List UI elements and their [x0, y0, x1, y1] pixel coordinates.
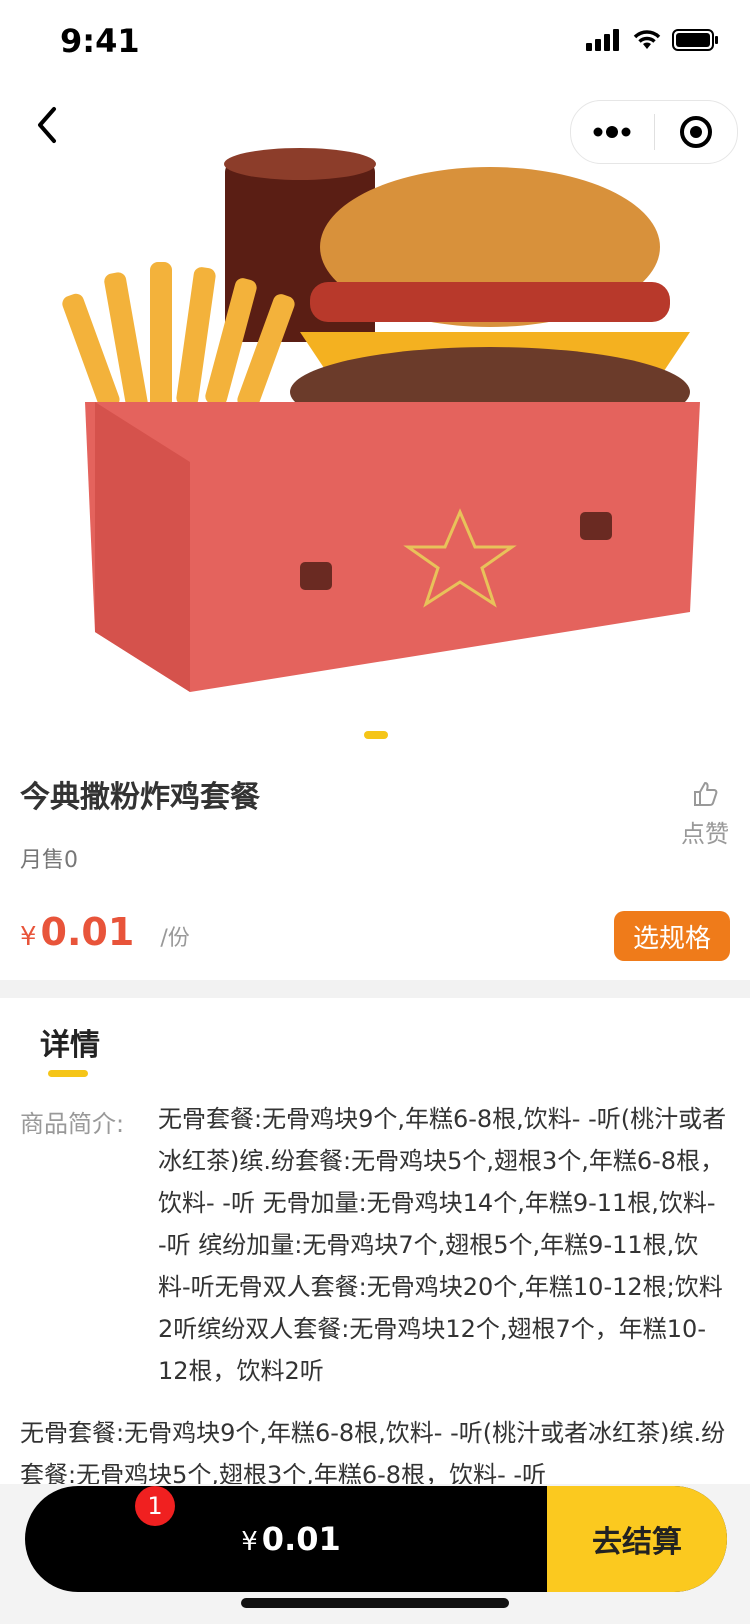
- product-image: [0, 92, 750, 752]
- tab-active-indicator: [48, 1070, 88, 1077]
- like-label: 点赞: [681, 820, 729, 848]
- cart-currency-symbol: ¥: [241, 1527, 258, 1557]
- price-currency-symbol: ¥: [20, 922, 37, 952]
- tab-details[interactable]: 详情: [40, 1020, 100, 1064]
- cart-total: ¥0.01: [241, 1520, 341, 1558]
- signal-icon: [586, 29, 619, 51]
- intro-label: 商品简介:: [20, 1110, 125, 1138]
- miniprogram-capsule: [570, 100, 738, 164]
- target-icon: [679, 116, 712, 148]
- status-time: 9:41: [60, 22, 140, 60]
- close-miniprogram-button[interactable]: [655, 101, 738, 163]
- monthly-sales: 月售0: [20, 848, 78, 873]
- back-button[interactable]: [22, 100, 72, 150]
- price-unit: /份: [160, 926, 190, 951]
- cart-total-value: 0.01: [261, 1520, 341, 1558]
- wifi-icon: [633, 30, 661, 49]
- cart-summary[interactable]: 1 ¥0.01: [25, 1486, 547, 1592]
- intro-text: 无骨套餐:无骨鸡块9个,年糕6-8根,饮料- -听(桃汁或者冰红茶)缤.纷套餐:…: [158, 1105, 727, 1385]
- cart-count-badge: 1: [135, 1486, 175, 1526]
- thumb-up-icon: [694, 782, 718, 806]
- select-spec-button[interactable]: 选规格: [614, 911, 730, 961]
- more-button[interactable]: [571, 101, 654, 163]
- price-value: 0.01: [40, 910, 135, 954]
- battery-icon: [672, 29, 718, 51]
- detail-description: 无骨套餐:无骨鸡块9个,年糕6-8根,饮料- -听(桃汁或者冰红茶)缤.纷套餐:…: [20, 1419, 726, 1484]
- cart-bar: 1 ¥0.01 去结算: [25, 1486, 727, 1592]
- status-bar: 9:41: [0, 0, 750, 92]
- price-row: ¥ 0.01 /份: [20, 910, 190, 954]
- status-icons: [586, 28, 720, 52]
- carousel-indicator: [364, 731, 388, 739]
- home-indicator: [241, 1598, 509, 1608]
- product-image-carousel[interactable]: [0, 92, 750, 752]
- more-dots-icon: [593, 126, 631, 138]
- chevron-left-icon: [38, 107, 56, 143]
- product-title: 今典撒粉炸鸡套餐: [20, 780, 260, 815]
- like-button[interactable]: 点赞: [675, 780, 735, 849]
- checkout-button[interactable]: 去结算: [547, 1486, 727, 1592]
- section-divider: [0, 980, 750, 998]
